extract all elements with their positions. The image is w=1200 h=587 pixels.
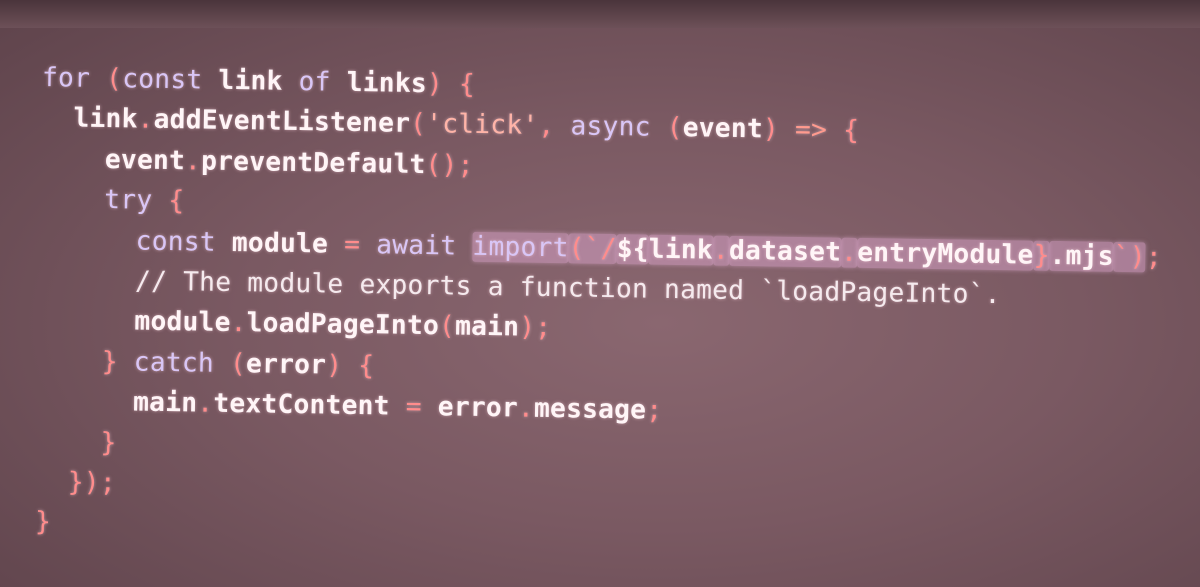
code-token: const bbox=[135, 226, 217, 258]
code-token: entryModule bbox=[857, 237, 1034, 271]
code-token: preventDefault bbox=[200, 146, 426, 180]
code-token: = bbox=[405, 391, 422, 423]
code-token: module bbox=[231, 227, 329, 260]
code-token: (`/ bbox=[568, 232, 617, 264]
code-token: `) bbox=[1113, 241, 1147, 272]
code-token: , bbox=[538, 111, 555, 142]
code-token: } bbox=[100, 427, 117, 458]
code-token: dataset bbox=[728, 235, 842, 268]
code-token: ; bbox=[645, 395, 663, 426]
code-token: (); bbox=[425, 149, 474, 181]
code-token: ${ bbox=[616, 233, 650, 265]
code-token: for bbox=[41, 63, 91, 94]
code-token: . bbox=[184, 146, 202, 177]
code-token: module bbox=[134, 306, 231, 339]
code-token: ( bbox=[409, 109, 427, 140]
code-token: ; bbox=[1145, 241, 1163, 273]
code-editor: for (const link of links) { link.addEven… bbox=[0, 0, 1200, 587]
code-token: links bbox=[346, 67, 428, 100]
code-token: ); bbox=[518, 312, 552, 344]
code-token: ) bbox=[426, 69, 444, 100]
code-token: addEventListener bbox=[153, 105, 411, 140]
code-token: import bbox=[472, 231, 569, 263]
code-token: . bbox=[197, 388, 214, 419]
code-token: const bbox=[121, 64, 203, 96]
code-token: error bbox=[437, 392, 519, 424]
code-token: try bbox=[104, 185, 153, 216]
code-token: ( bbox=[438, 311, 456, 342]
code-token: .mjs bbox=[1049, 240, 1114, 272]
code-token: }); bbox=[67, 467, 117, 499]
code-token: } bbox=[101, 346, 119, 377]
code-token: main bbox=[454, 311, 520, 343]
code-token: . bbox=[230, 308, 247, 339]
code-token: link bbox=[218, 65, 283, 97]
code-token: ( bbox=[229, 348, 247, 380]
code-token: . bbox=[517, 393, 535, 424]
code-token: ) bbox=[325, 350, 343, 381]
code-token: link bbox=[648, 234, 714, 266]
code-token: } bbox=[1033, 240, 1050, 271]
code-token: . bbox=[840, 237, 858, 268]
code-token: of bbox=[298, 67, 331, 98]
code-token: link bbox=[73, 103, 138, 135]
code-token: textContent bbox=[213, 388, 390, 422]
code-token: event bbox=[682, 113, 764, 145]
code-token: { bbox=[168, 186, 185, 217]
code-token: => bbox=[794, 115, 828, 146]
code-token: { bbox=[842, 116, 860, 147]
code-token: catch bbox=[133, 347, 215, 379]
code-token: async bbox=[570, 111, 651, 143]
code-token: ) bbox=[762, 114, 780, 146]
code-token: . bbox=[712, 235, 730, 266]
code-token: event bbox=[104, 144, 186, 177]
code-token: await bbox=[375, 229, 457, 262]
code-token: . bbox=[137, 104, 154, 136]
code-token: error bbox=[245, 349, 327, 381]
code-token: { bbox=[358, 350, 375, 382]
code-token: 'click' bbox=[425, 109, 539, 142]
code-token: ( bbox=[105, 64, 123, 95]
code-token: main bbox=[132, 387, 198, 419]
code-token: } bbox=[34, 507, 52, 538]
code-token: = bbox=[343, 229, 361, 260]
code-token: message bbox=[533, 393, 647, 426]
code-token: ( bbox=[666, 113, 683, 144]
code-block: for (const link of links) { link.addEven… bbox=[35, 58, 1165, 560]
code-token: loadPageInto bbox=[246, 308, 440, 342]
code-token: { bbox=[458, 69, 476, 100]
